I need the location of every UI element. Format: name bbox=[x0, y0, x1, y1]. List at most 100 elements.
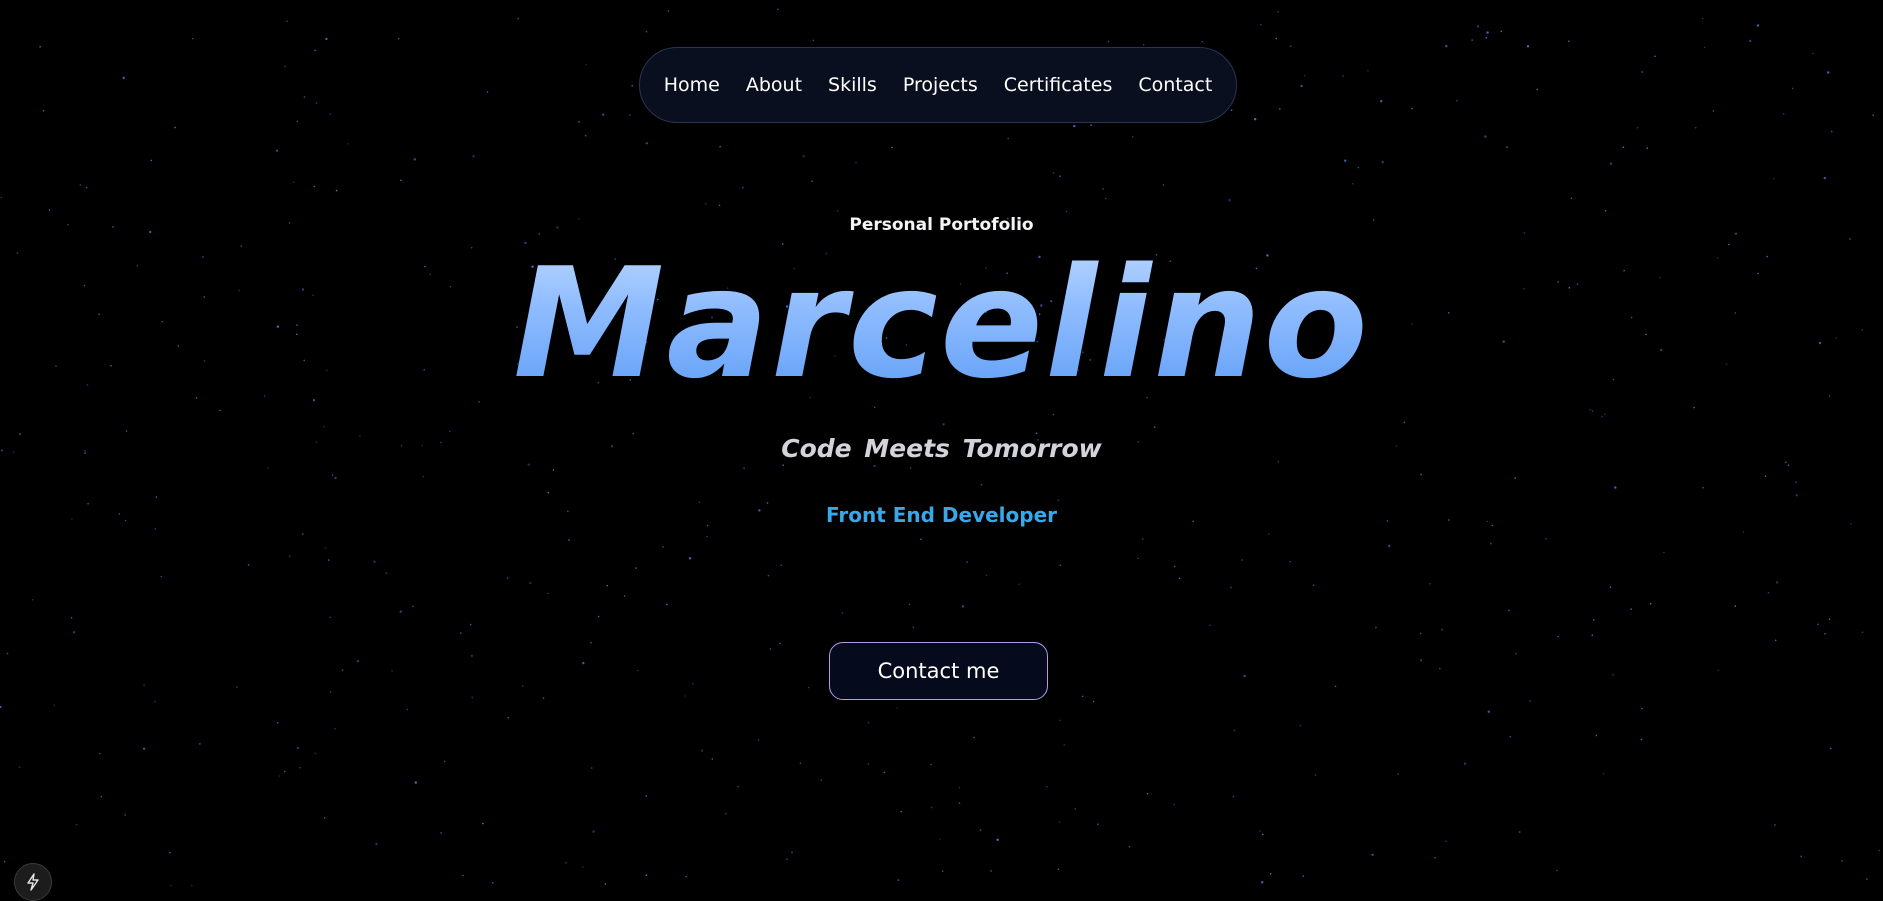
star bbox=[1490, 542, 1492, 545]
star bbox=[292, 181, 295, 184]
star bbox=[1102, 188, 1104, 190]
star bbox=[72, 631, 76, 634]
nav-certificates[interactable]: Certificates bbox=[992, 68, 1125, 102]
star bbox=[1456, 99, 1458, 102]
nav-contact[interactable]: Contact bbox=[1126, 68, 1224, 102]
star bbox=[440, 832, 442, 834]
star bbox=[980, 483, 983, 486]
star bbox=[769, 648, 772, 650]
nav-projects[interactable]: Projects bbox=[891, 68, 990, 102]
star bbox=[718, 204, 721, 207]
star bbox=[334, 728, 336, 730]
star bbox=[812, 39, 815, 42]
star bbox=[1260, 23, 1262, 26]
star bbox=[1640, 738, 1643, 741]
star bbox=[1823, 176, 1827, 180]
nav-skills[interactable]: Skills bbox=[816, 68, 889, 102]
star bbox=[443, 760, 446, 763]
star bbox=[283, 770, 286, 773]
star bbox=[3, 860, 6, 863]
star bbox=[807, 686, 810, 689]
star bbox=[98, 752, 101, 755]
star bbox=[779, 642, 781, 645]
star bbox=[666, 603, 668, 606]
star bbox=[331, 474, 334, 476]
star bbox=[700, 749, 704, 752]
star bbox=[1092, 700, 1095, 703]
star bbox=[635, 567, 637, 569]
star bbox=[313, 185, 316, 188]
star bbox=[469, 623, 472, 626]
star bbox=[154, 528, 157, 530]
star bbox=[961, 605, 965, 608]
star bbox=[1782, 113, 1785, 115]
star bbox=[1602, 772, 1605, 775]
star bbox=[667, 10, 670, 12]
star bbox=[692, 682, 694, 685]
star bbox=[704, 203, 707, 205]
contact-me-button[interactable]: Contact me bbox=[829, 642, 1048, 700]
star bbox=[897, 879, 900, 881]
star bbox=[329, 113, 332, 115]
star bbox=[1536, 88, 1538, 91]
star bbox=[356, 660, 360, 663]
star bbox=[737, 785, 739, 788]
star bbox=[1445, 44, 1448, 48]
star bbox=[303, 96, 306, 98]
nav-home[interactable]: Home bbox=[652, 68, 732, 102]
star bbox=[1302, 875, 1305, 877]
star bbox=[482, 822, 484, 825]
star bbox=[958, 802, 961, 804]
star bbox=[1630, 608, 1632, 610]
star bbox=[1604, 413, 1606, 416]
star bbox=[602, 113, 605, 116]
star bbox=[1641, 71, 1643, 73]
star bbox=[6, 652, 9, 655]
star bbox=[757, 739, 760, 741]
star bbox=[1878, 849, 1880, 852]
star bbox=[373, 560, 376, 563]
star bbox=[585, 64, 587, 66]
star bbox=[631, 84, 633, 87]
star bbox=[1646, 147, 1649, 149]
star bbox=[1518, 831, 1521, 833]
star bbox=[1441, 628, 1443, 631]
star bbox=[1419, 632, 1422, 635]
star bbox=[236, 686, 238, 688]
star bbox=[706, 535, 708, 538]
star bbox=[422, 475, 425, 478]
star bbox=[939, 838, 941, 840]
star bbox=[1795, 494, 1799, 497]
star bbox=[18, 766, 21, 769]
star bbox=[996, 838, 999, 841]
star bbox=[958, 786, 961, 789]
star bbox=[908, 603, 911, 606]
star bbox=[1357, 166, 1360, 169]
star bbox=[1269, 873, 1272, 875]
star bbox=[777, 8, 779, 11]
star bbox=[1701, 17, 1704, 20]
star bbox=[1841, 860, 1843, 862]
star bbox=[900, 810, 902, 813]
nav-about[interactable]: About bbox=[734, 68, 814, 102]
star bbox=[1178, 577, 1181, 580]
star bbox=[1872, 114, 1874, 116]
star bbox=[1275, 37, 1277, 40]
star bbox=[1209, 624, 1211, 626]
star bbox=[1052, 413, 1055, 416]
star bbox=[1262, 833, 1264, 836]
star bbox=[288, 555, 291, 557]
star bbox=[645, 142, 648, 145]
star bbox=[867, 721, 870, 724]
star bbox=[623, 595, 626, 597]
star bbox=[743, 467, 745, 470]
star bbox=[1065, 210, 1068, 213]
star bbox=[1299, 724, 1302, 727]
star bbox=[400, 179, 402, 182]
star bbox=[296, 120, 299, 123]
corner-action-button[interactable] bbox=[14, 863, 52, 901]
star bbox=[346, 143, 349, 145]
star bbox=[1506, 146, 1508, 148]
star bbox=[1074, 808, 1076, 810]
star bbox=[448, 430, 451, 433]
